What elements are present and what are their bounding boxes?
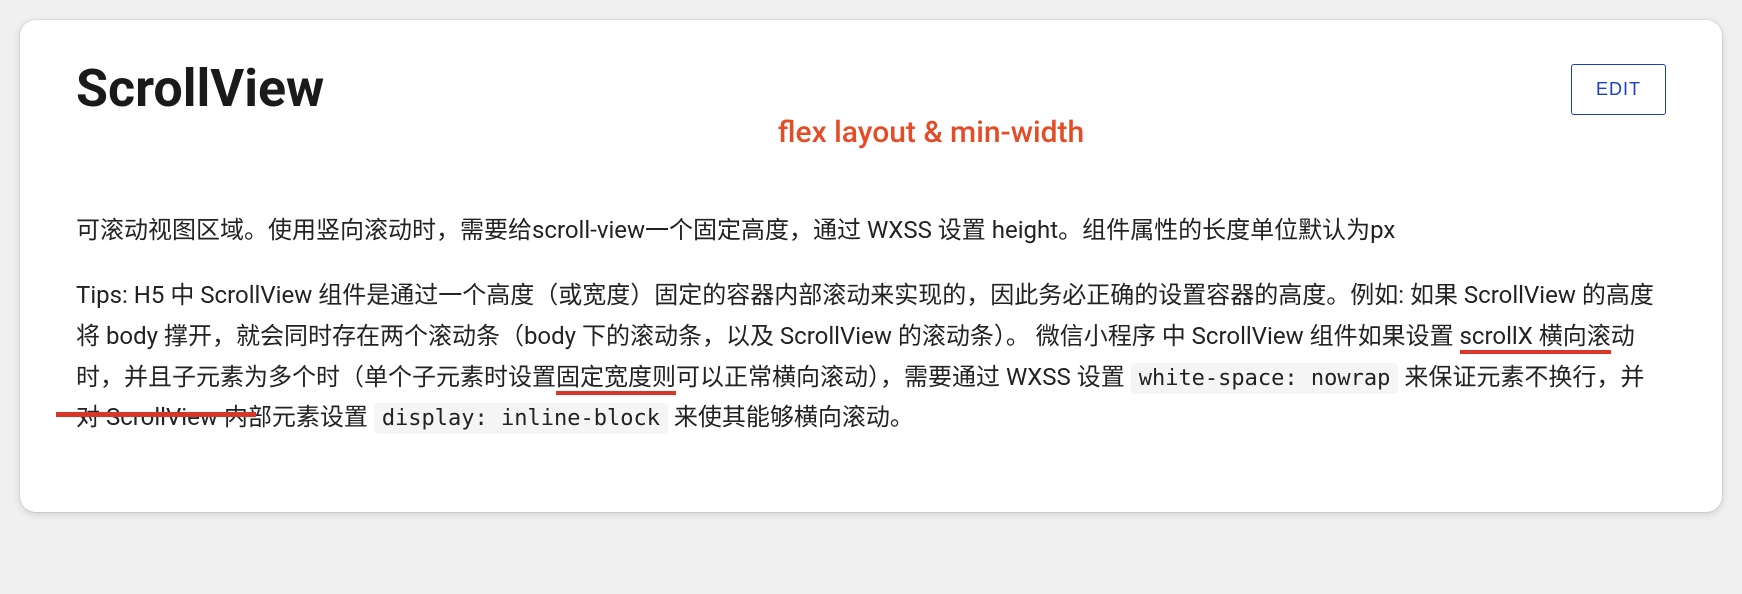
p2-text-3: 可以正常横向滚动），需要通过 WXSS 设置 bbox=[676, 363, 1131, 391]
red-underline-fixed-width: 固定宽度则 bbox=[556, 363, 676, 395]
header-row: ScrollView EDIT bbox=[76, 60, 1666, 117]
p2-text-5: 来使其能够横向滚动。 bbox=[668, 403, 914, 431]
doc-card: ScrollView EDIT flex layout & min-width … bbox=[20, 20, 1722, 512]
page-title: ScrollView bbox=[76, 60, 324, 117]
red-annotation-text: flex layout & min-width bbox=[196, 115, 1666, 150]
code-display-inline-block: display: inline-block bbox=[374, 403, 668, 434]
red-underline-inline-block bbox=[56, 412, 256, 417]
paragraph-2: Tips: H5 中 ScrollView 组件是通过一个高度（或宽度）固定的容… bbox=[76, 275, 1666, 438]
red-underline-scrollx: scrollX 横向滚 bbox=[1460, 322, 1611, 354]
edit-button[interactable]: EDIT bbox=[1571, 64, 1666, 115]
code-white-space-nowrap: white-space: nowrap bbox=[1131, 363, 1399, 394]
paragraph-1: 可滚动视图区域。使用竖向滚动时，需要给scroll-view一个固定高度，通过 … bbox=[76, 210, 1666, 251]
p2-text-1: Tips: H5 中 ScrollView 组件是通过一个高度（或宽度）固定的容… bbox=[76, 281, 1654, 350]
